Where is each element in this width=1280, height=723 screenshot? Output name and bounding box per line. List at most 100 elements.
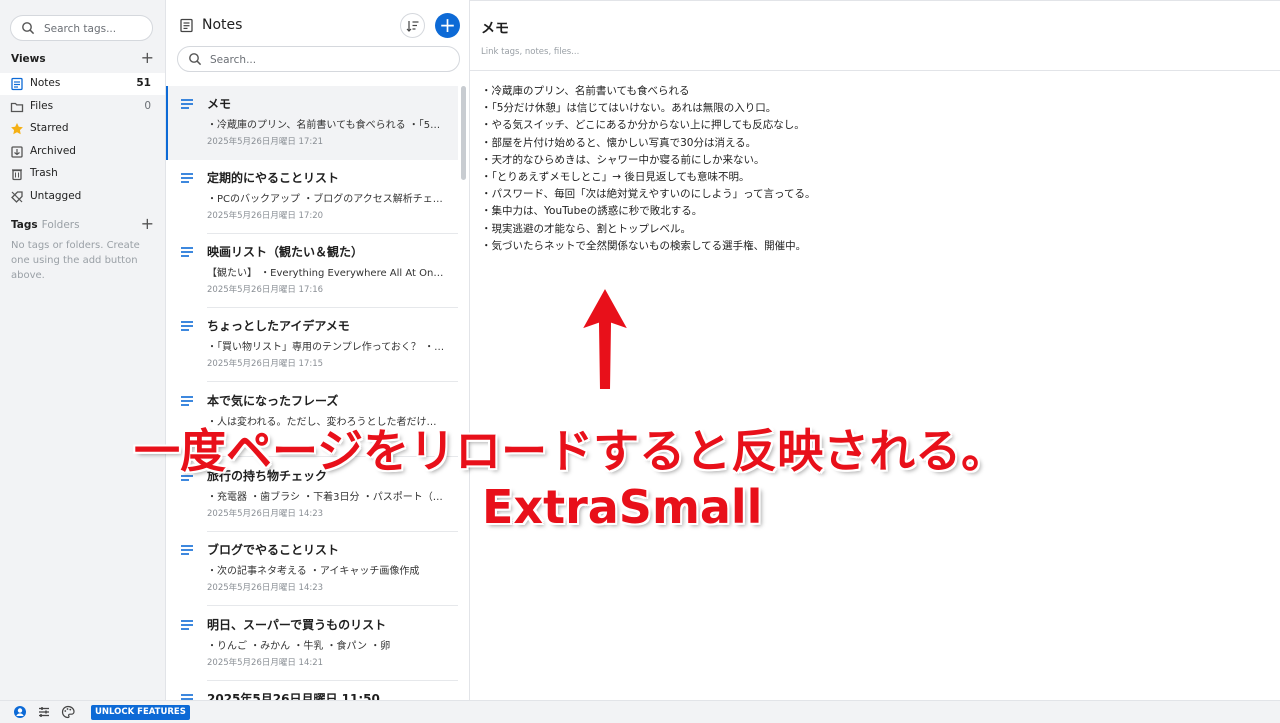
- note-date: 2025年5月26日月曜日 17:20: [207, 211, 324, 221]
- trash-icon: [12, 169, 22, 181]
- note-body-line: ・パスワード、毎回「次は絶対覚えやすいのにしよう」って言ってる。: [481, 188, 816, 201]
- note-list-item[interactable]: 映画リスト（観たい＆観た） 【観たい】 ・Everything Everywhe…: [166, 234, 458, 308]
- tag-search-box[interactable]: [10, 15, 153, 41]
- nav-item-label: Trash: [30, 167, 58, 179]
- note-type-icon: [181, 694, 193, 700]
- note-body-line: ・「5分だけ休憩」は信じてはいけない。あれは無限の入り口。: [481, 102, 777, 115]
- star-icon: [11, 123, 23, 135]
- note-title-field[interactable]: メモ: [481, 18, 509, 38]
- note-body-line: ・やる気スイッチ、どこにあるか分からない上に押しても反応なし。: [481, 119, 805, 132]
- note-title: 本で気になったフレーズ: [207, 394, 339, 408]
- note-list-item[interactable]: ちょっとしたアイデアメモ ・「買い物リスト」専用のテンプレ作っておく？ ・朝のル…: [166, 308, 458, 382]
- note-title: ちょっとしたアイデアメモ: [207, 319, 350, 333]
- notes-search-input[interactable]: [210, 51, 450, 68]
- note-preview: ・「買い物リスト」専用のテンプレ作っておく？ ・朝のルーティン: [207, 342, 445, 353]
- untagged-icon: [11, 191, 23, 203]
- notes-list-scrollbar[interactable]: [461, 86, 466, 180]
- note-list-item[interactable]: 明日、スーパーで買うものリスト ・りんご ・みかん ・牛乳 ・食パン ・卵 20…: [166, 607, 458, 681]
- add-note-button[interactable]: +: [435, 13, 460, 38]
- note-type-icon: [181, 173, 193, 183]
- preferences-icon[interactable]: [37, 705, 51, 719]
- nav-item-count: 51: [136, 77, 151, 89]
- sort-icon: [406, 21, 419, 32]
- tag-search-input[interactable]: [44, 20, 148, 37]
- navigation-sidebar: Views + Notes 51 Files 0 Starred Archive…: [0, 0, 166, 700]
- note-date: 2025年5月26日月曜日 14:21: [207, 658, 324, 668]
- notes-list-pane: Notes + メモ ・冷蔵庫のプリン、名前書いても食べられる ・「5分だけ休憩…: [166, 0, 470, 700]
- notes-icon: [180, 18, 193, 33]
- account-icon[interactable]: [13, 705, 27, 719]
- search-icon: [22, 22, 35, 35]
- note-type-icon: [181, 247, 193, 257]
- archive-icon: [11, 146, 23, 158]
- note-title: 明日、スーパーで買うものリスト: [207, 618, 387, 632]
- annotation-caption-sub: ExtraSmall: [482, 480, 763, 534]
- status-footer: UNLOCK FEATURES: [0, 700, 1280, 723]
- plus-icon: +: [439, 13, 456, 37]
- add-view-button[interactable]: +: [141, 50, 154, 66]
- views-heading: Views +: [11, 50, 156, 69]
- tags-heading-label: Tags: [11, 219, 38, 231]
- note-body-line: ・天才的なひらめきは、シャワー中か寝る前にしか来ない。: [481, 153, 765, 166]
- tags-empty-message: No tags or folders. Create one using the…: [11, 240, 140, 281]
- nav-item-label: Untagged: [30, 190, 82, 202]
- tags-heading: Tags Folders +: [11, 216, 156, 235]
- note-title: 映画リスト（観たい＆観た）: [207, 245, 364, 259]
- nav-item-count: 0: [144, 100, 151, 112]
- nav-item-label: Files: [30, 100, 54, 112]
- note-body-line: ・部屋を片付け始めると、懐かしい写真で30分は消える。: [481, 136, 757, 149]
- note-list-item[interactable]: 定期的にやることリスト ・PCのバックアップ ・ブログのアクセス解析チェック 2…: [166, 160, 458, 234]
- nav-item-files[interactable]: Files 0: [0, 96, 165, 118]
- note-body-line: ・「とりあえずメモしとこ」→ 後日見返しても意味不明。: [481, 171, 750, 184]
- note-date: 2025年5月26日月曜日 17:21: [207, 137, 324, 147]
- note-title: メモ: [207, 97, 232, 111]
- note-list-item[interactable]: メモ ・冷蔵庫のプリン、名前書いても食べられる ・「5分だけ休憩」は信じてはいけ…: [166, 86, 458, 160]
- note-title: 定期的にやることリスト: [207, 171, 340, 185]
- views-heading-label: Views: [11, 53, 46, 65]
- note-type-icon: [181, 545, 193, 555]
- note-body-line: ・冷蔵庫のプリン、名前書いても食べられる: [481, 85, 690, 97]
- nav-item-starred[interactable]: Starred: [0, 118, 165, 140]
- nav-item-untagged[interactable]: Untagged: [0, 186, 165, 208]
- notes-icon: [11, 77, 23, 91]
- note-type-icon: [181, 396, 193, 406]
- note-title: 2025年5月26日月曜日 11:50: [207, 692, 380, 700]
- note-date: 2025年5月26日月曜日 17:16: [207, 285, 324, 295]
- note-preview: ・PCのバックアップ ・ブログのアクセス解析チェック: [207, 194, 445, 205]
- note-body-line: ・気づいたらネットで全然関係ないもの検索してる選手権、開催中。: [481, 239, 807, 252]
- nav-item-label: Notes: [30, 77, 61, 89]
- note-body-text[interactable]: ・冷蔵庫のプリン、名前書いても食べられる ・「5分だけ休憩」は信じてはいけない。…: [481, 83, 1261, 255]
- notes-list-title: Notes: [202, 17, 243, 33]
- note-preview: ・充電器 ・歯ブラシ ・下着3日分 ・パスポート（海外なら）: [207, 492, 445, 503]
- nav-item-trash[interactable]: Trash: [0, 163, 165, 185]
- note-preview: ・次の記事ネタ考える ・アイキャッチ画像作成: [207, 566, 420, 577]
- editor-top-border: [470, 0, 1280, 3]
- link-tags-field[interactable]: Link tags, notes, files...: [481, 47, 579, 57]
- theme-icon[interactable]: [61, 705, 75, 719]
- add-tag-button[interactable]: +: [141, 216, 154, 232]
- editor-divider: [470, 70, 1280, 71]
- unlock-features-button[interactable]: UNLOCK FEATURES: [91, 705, 190, 720]
- search-icon: [189, 53, 202, 66]
- note-list-item[interactable]: ブログでやることリスト ・次の記事ネタ考える ・アイキャッチ画像作成 2025年…: [166, 532, 458, 606]
- nav-item-archived[interactable]: Archived: [0, 141, 165, 163]
- note-date: 2025年5月26日月曜日 17:15: [207, 359, 324, 369]
- divider: [207, 381, 458, 382]
- sort-button[interactable]: [400, 13, 425, 38]
- note-type-icon: [181, 99, 193, 109]
- note-body-line: ・集中力は、YouTubeの誘惑に秒で敗北する。: [481, 205, 703, 218]
- notes-search-box[interactable]: [177, 46, 460, 72]
- note-date: 2025年5月26日月曜日 14:23: [207, 509, 324, 519]
- note-preview: ・冷蔵庫のプリン、名前書いても食べられる ・「5分だけ休憩」は信じてはいけない。: [207, 120, 445, 131]
- note-body-line: ・現実逃避の才能なら、割とトップレベル。: [481, 222, 691, 235]
- note-title: ブログでやることリスト: [207, 543, 340, 557]
- nav-item-notes[interactable]: Notes 51: [0, 73, 165, 95]
- note-date: 2025年5月26日月曜日 14:23: [207, 583, 324, 593]
- note-preview: 【観たい】 ・Everything Everywhere All At Once…: [207, 268, 445, 279]
- note-preview: ・りんご ・みかん ・牛乳 ・食パン ・卵: [207, 641, 391, 652]
- nav-item-label: Starred: [30, 122, 69, 134]
- annotation-caption-main: 一度ページをリロードすると反映される。: [134, 424, 1008, 478]
- folders-subheading: Folders: [41, 219, 80, 231]
- annotation-up-arrow-icon: [578, 284, 632, 391]
- note-list-item[interactable]: 2025年5月26日月曜日 11:50: [166, 681, 458, 700]
